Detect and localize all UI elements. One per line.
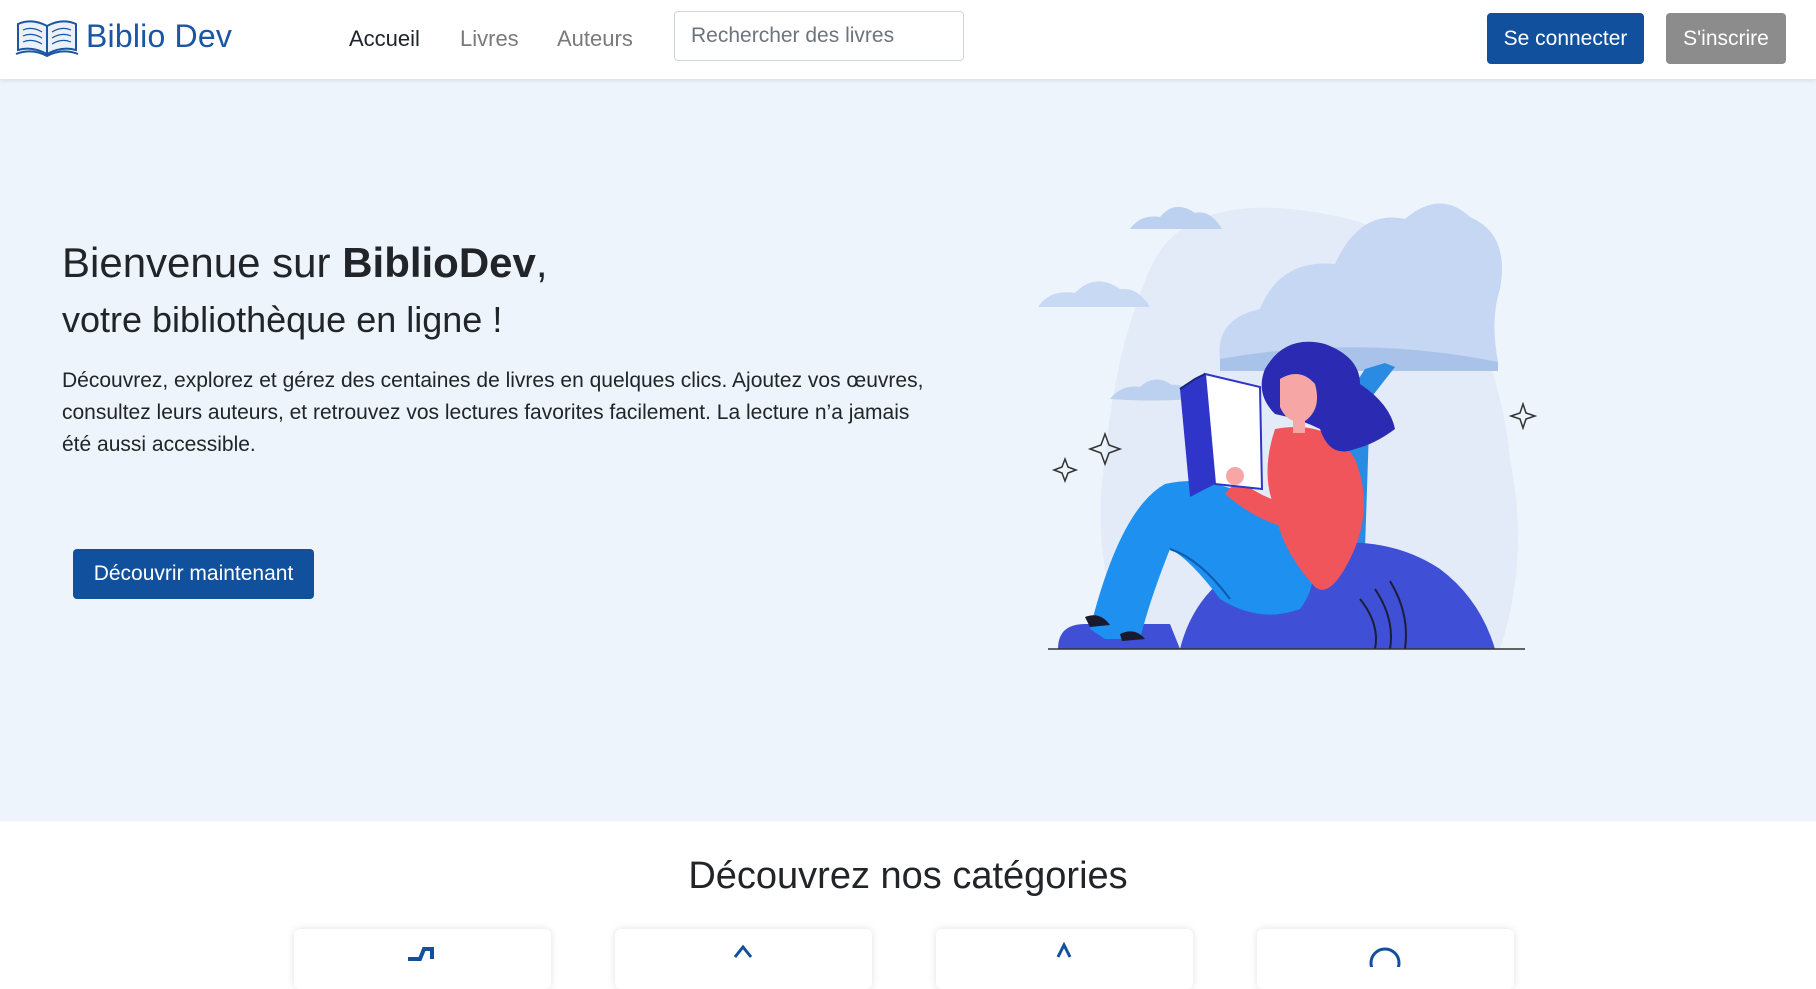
hero-section: Bienvenue sur BiblioDev, votre bibliothè…	[0, 79, 1816, 821]
brand-logo-link[interactable]: Biblio Dev	[14, 14, 232, 58]
category-card[interactable]	[294, 929, 551, 989]
signup-button[interactable]: S'inscrire	[1666, 13, 1786, 64]
categories-title: Découvrez nos catégories	[688, 855, 1128, 897]
category-icon-4	[1369, 947, 1401, 967]
hero-title-brand: BiblioDev	[342, 239, 536, 286]
category-card[interactable]	[615, 929, 872, 989]
woman-reading-illustration	[1038, 203, 1538, 650]
category-card[interactable]	[936, 929, 1193, 989]
nav-item-livres[interactable]: Livres	[460, 26, 519, 52]
hero-title: Bienvenue sur BiblioDev,	[62, 239, 548, 287]
hero-title-prefix: Bienvenue sur	[62, 239, 343, 286]
hero-title-suffix: ,	[535, 239, 548, 286]
search-input[interactable]	[674, 11, 964, 61]
book-icon	[15, 20, 79, 58]
top-navbar: Biblio Dev Accueil Livres Auteurs Se con…	[0, 0, 1816, 79]
nav-item-accueil[interactable]: Accueil	[349, 26, 420, 52]
category-icon-1	[408, 947, 434, 961]
categories-section: Découvrez nos catégories	[0, 821, 1816, 989]
login-button[interactable]: Se connecter	[1487, 13, 1644, 64]
discover-now-button[interactable]: Découvrir maintenant	[73, 549, 314, 599]
hero-subtitle: votre bibliothèque en ligne !	[62, 299, 503, 340]
brand-name: Biblio Dev	[86, 17, 233, 54]
hero-description: Découvrez, explorez et gérez des centain…	[62, 369, 924, 456]
nav-item-auteurs[interactable]: Auteurs	[557, 26, 633, 52]
category-icon-3	[1056, 941, 1072, 958]
category-icon-2	[733, 944, 753, 958]
category-card[interactable]	[1257, 929, 1514, 989]
